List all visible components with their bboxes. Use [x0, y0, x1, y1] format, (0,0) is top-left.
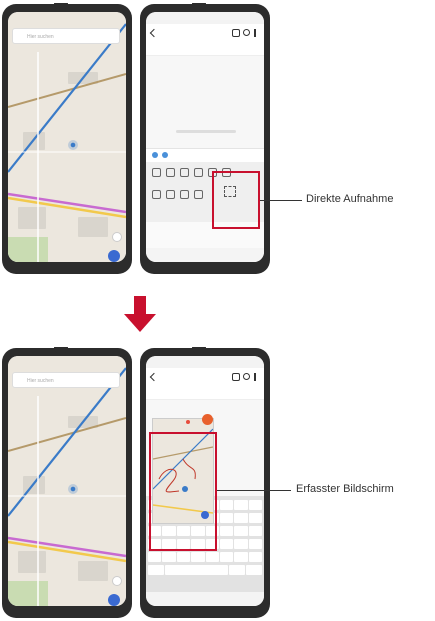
arrow-down-icon: [124, 296, 156, 332]
callout-captured-screen: Erfasster Bildschirm: [296, 483, 394, 495]
attach-icon[interactable]: [194, 190, 203, 199]
attach-icon[interactable]: [166, 190, 175, 199]
locate-button[interactable]: [112, 232, 122, 242]
date-divider: [176, 130, 236, 133]
callout-direct-capture: Direkte Aufnahme: [306, 193, 394, 205]
attach-icon[interactable]: [166, 168, 175, 177]
search-input[interactable]: Hier suchen: [12, 372, 120, 388]
key[interactable]: [219, 552, 234, 562]
camera-notch: [192, 347, 206, 354]
key[interactable]: [219, 539, 234, 549]
right-phone-top: [140, 3, 270, 274]
navigation-icon[interactable]: [108, 594, 120, 606]
keyboard-row: [148, 565, 262, 575]
nav-bar: [146, 592, 264, 606]
search-icon[interactable]: [243, 373, 250, 380]
attach-icon[interactable]: [152, 190, 161, 199]
key[interactable]: [246, 565, 262, 575]
back-icon[interactable]: [149, 28, 159, 38]
camera-notch: [54, 3, 68, 10]
attach-icon[interactable]: [194, 168, 203, 177]
key[interactable]: [219, 513, 234, 523]
status-bar: [146, 356, 264, 368]
key[interactable]: [148, 552, 162, 562]
leader-line: [217, 490, 291, 491]
conversation-area: [146, 56, 264, 148]
captured-screen-highlight: [149, 432, 217, 551]
key[interactable]: [219, 526, 234, 536]
location-dot: [68, 140, 78, 150]
messages-header: [146, 368, 264, 387]
key[interactable]: [234, 552, 248, 562]
messages-header: [146, 24, 264, 43]
key[interactable]: [205, 552, 219, 562]
search-icon[interactable]: [243, 29, 250, 36]
key[interactable]: [248, 513, 262, 523]
leader-line: [260, 200, 302, 201]
attach-icon[interactable]: [180, 190, 189, 199]
location-dot: [68, 484, 78, 494]
back-icon[interactable]: [149, 372, 159, 382]
emoji-icon[interactable]: [162, 152, 168, 158]
recipient-field[interactable]: [146, 386, 264, 400]
key[interactable]: [229, 565, 246, 575]
navigation-icon[interactable]: [108, 250, 120, 262]
nav-bar: [146, 248, 264, 262]
key[interactable]: [234, 526, 248, 536]
left-phone-bottom: Hier suchen: [2, 347, 132, 618]
phone-icon[interactable]: [232, 373, 240, 381]
key[interactable]: [248, 500, 262, 510]
space-key[interactable]: [164, 565, 229, 575]
camera-notch: [54, 347, 68, 354]
locate-button[interactable]: [112, 576, 122, 586]
phone-icon[interactable]: [232, 29, 240, 37]
left-phone-top: Hier suchen: [2, 3, 132, 274]
key[interactable]: [176, 552, 191, 562]
close-icon[interactable]: [202, 414, 213, 425]
key[interactable]: [234, 539, 248, 549]
recipient-field[interactable]: [146, 42, 264, 56]
map-roads: [8, 367, 126, 606]
key[interactable]: [148, 565, 164, 575]
search-input[interactable]: Hier suchen: [12, 28, 120, 44]
key[interactable]: [162, 552, 176, 562]
key[interactable]: [248, 526, 262, 536]
map-screen-bottom[interactable]: Hier suchen: [8, 356, 126, 606]
more-icon[interactable]: [254, 373, 256, 381]
camera-notch: [192, 3, 206, 10]
key[interactable]: [219, 500, 234, 510]
key[interactable]: [248, 552, 262, 562]
map-screen-top[interactable]: Hier suchen: [8, 12, 126, 262]
map-roads: [8, 23, 126, 262]
key[interactable]: [234, 500, 248, 510]
more-icon[interactable]: [254, 29, 256, 37]
add-icon[interactable]: [152, 152, 158, 158]
key[interactable]: [248, 539, 262, 549]
direct-capture-highlight: [212, 171, 260, 229]
red-marker: [186, 420, 190, 424]
attach-icon[interactable]: [180, 168, 189, 177]
keyboard-row: [148, 552, 262, 562]
key[interactable]: [234, 513, 248, 523]
key[interactable]: [191, 552, 205, 562]
attach-icon[interactable]: [152, 168, 161, 177]
status-bar: [146, 12, 264, 24]
